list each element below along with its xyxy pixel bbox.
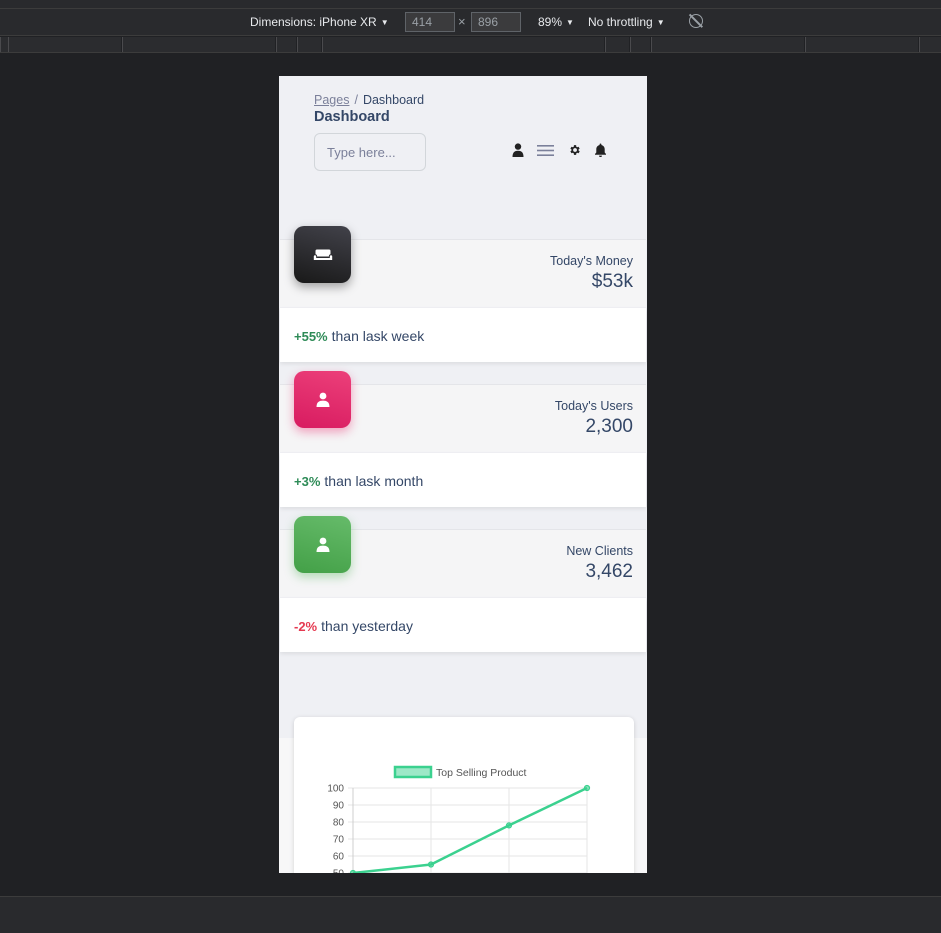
data-point <box>505 822 513 829</box>
legend-swatch <box>393 765 433 779</box>
stat-note: than yesterday <box>321 618 413 634</box>
device-selector-label: Dimensions: iPhone XR <box>250 15 377 29</box>
stat-value: 2,300 <box>585 416 633 437</box>
chart-card: 50 60 70 80 90 100 Top Selling Product <box>294 717 634 873</box>
person-icon <box>316 392 329 407</box>
y-tick-label: 50 <box>333 869 345 874</box>
user-icon[interactable] <box>512 143 524 157</box>
stat-icon-box <box>294 516 351 573</box>
stat-label: Today's Money <box>550 254 633 268</box>
stat-note: than lask week <box>331 328 425 344</box>
chevron-down-icon: ▼ <box>566 18 574 27</box>
devtools-bottom-bar <box>0 896 941 933</box>
stat-card-footer: +3% than lask month <box>280 453 646 507</box>
chevron-down-icon: ▼ <box>656 18 665 27</box>
zoom-label: 89% <box>538 15 563 29</box>
page-title: Dashboard <box>314 109 390 125</box>
breadcrumb-link-pages[interactable]: Pages <box>314 93 349 107</box>
stat-icon-box <box>294 371 351 428</box>
width-input[interactable]: 414 <box>405 12 455 32</box>
throttling-label: No throttling <box>588 15 653 29</box>
menu-icon[interactable] <box>537 144 554 157</box>
stat-label: New Clients <box>566 544 633 558</box>
data-point <box>349 869 357 873</box>
media-query-ruler <box>0 37 941 53</box>
series-line <box>352 786 588 873</box>
device-viewport: Pages / Dashboard Dashboard Type here...… <box>279 76 647 873</box>
stat-footer-text: +3% than lask month <box>294 473 423 489</box>
bell-icon[interactable] <box>595 143 606 157</box>
stat-card-header: Today's Money $53k <box>280 226 646 307</box>
y-tick-label: 60 <box>333 852 345 863</box>
data-point <box>427 861 435 868</box>
stat-card-footer: -2% than yesterday <box>280 598 646 652</box>
stat-label: Today's Users <box>554 399 633 413</box>
chevron-down-icon: ▼ <box>380 18 389 27</box>
y-tick-label: 80 <box>333 818 345 829</box>
legend-label: Top Selling Product <box>436 767 527 779</box>
y-tick-label: 100 <box>327 784 344 795</box>
stat-card-money: Today's Money $53k +55% than lask week <box>280 226 646 362</box>
stat-change: +55% <box>294 329 328 344</box>
y-tick-label: 70 <box>333 835 345 846</box>
couch-icon <box>313 249 332 260</box>
stat-card-clients: New Clients 3,462 -2% than yesterday <box>280 516 646 652</box>
navbar-icons <box>279 143 647 161</box>
stat-note: than lask month <box>324 473 424 489</box>
devtools-device-toolbar: Dimensions: iPhone XR ▼ 414 × 896 89% ▼ No… <box>0 9 941 36</box>
breadcrumb-separator: / <box>354 93 358 107</box>
person-icon <box>316 537 329 552</box>
stat-change: -2% <box>294 619 318 634</box>
breadcrumb: Pages / Dashboard <box>314 93 424 107</box>
breadcrumb-current: Dashboard <box>362 93 425 107</box>
device-selector[interactable]: Dimensions: iPhone XR ▼ <box>250 14 389 31</box>
stat-card-footer: +55% than lask week <box>280 308 646 362</box>
stat-footer-text: +55% than lask week <box>294 328 424 344</box>
gear-icon[interactable] <box>568 143 581 157</box>
zoom-selector[interactable]: 89% ▼ <box>538 14 574 31</box>
stat-card-users: Today's Users 2,300 +3% than lask month <box>280 371 646 507</box>
stat-card-header: New Clients 3,462 <box>280 516 646 597</box>
stat-icon-box <box>294 226 351 283</box>
times-icon: × <box>458 14 466 29</box>
rotate-icon[interactable] <box>689 14 703 28</box>
stat-footer-text: -2% than yesterday <box>294 618 413 634</box>
stat-value: $53k <box>591 271 633 292</box>
stat-card-header: Today's Users 2,300 <box>280 371 646 452</box>
height-input[interactable]: 896 <box>471 12 521 32</box>
stat-value: 3,462 <box>585 561 633 582</box>
line-chart: 50 60 70 80 90 100 Top Selling Product <box>327 765 591 874</box>
stat-change: +3% <box>294 474 321 489</box>
throttling-selector[interactable]: No throttling ▼ <box>588 14 665 31</box>
data-point <box>583 784 591 792</box>
devtools-top-strip <box>0 0 941 9</box>
y-tick-label: 90 <box>333 801 345 812</box>
